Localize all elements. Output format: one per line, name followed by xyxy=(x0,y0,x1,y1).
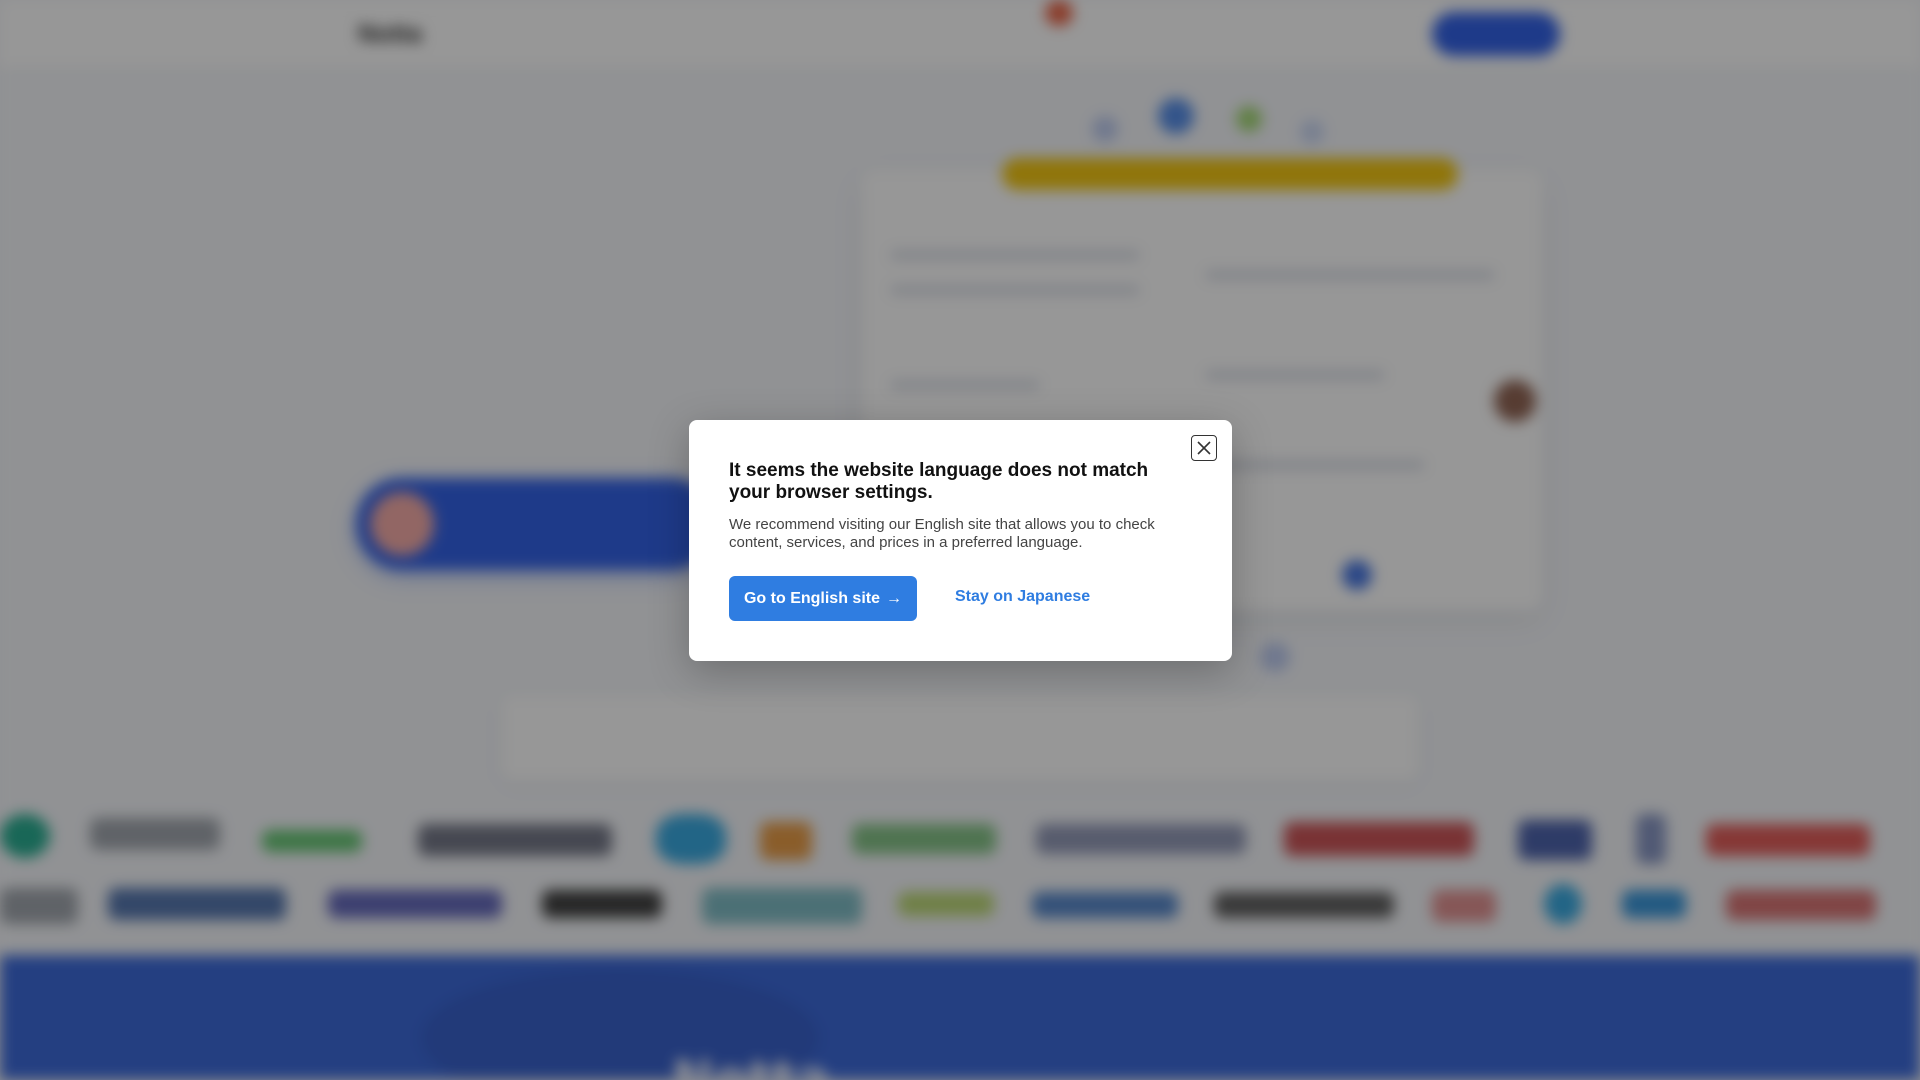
dialog-body: We recommend visiting our English site t… xyxy=(729,516,1155,551)
arrow-right-icon: → xyxy=(886,589,902,607)
language-mismatch-dialog: It seems the website language does not m… xyxy=(689,420,1232,661)
button-label: Go to English site xyxy=(743,589,880,607)
close-icon xyxy=(1197,441,1211,455)
close-button[interactable] xyxy=(1191,435,1217,461)
stay-on-japanese-button[interactable]: Stay on Japanese xyxy=(955,588,1090,606)
go-to-english-site-button[interactable]: Go to English site → xyxy=(729,576,917,621)
dialog-title: It seems the website language does not m… xyxy=(729,460,1149,503)
